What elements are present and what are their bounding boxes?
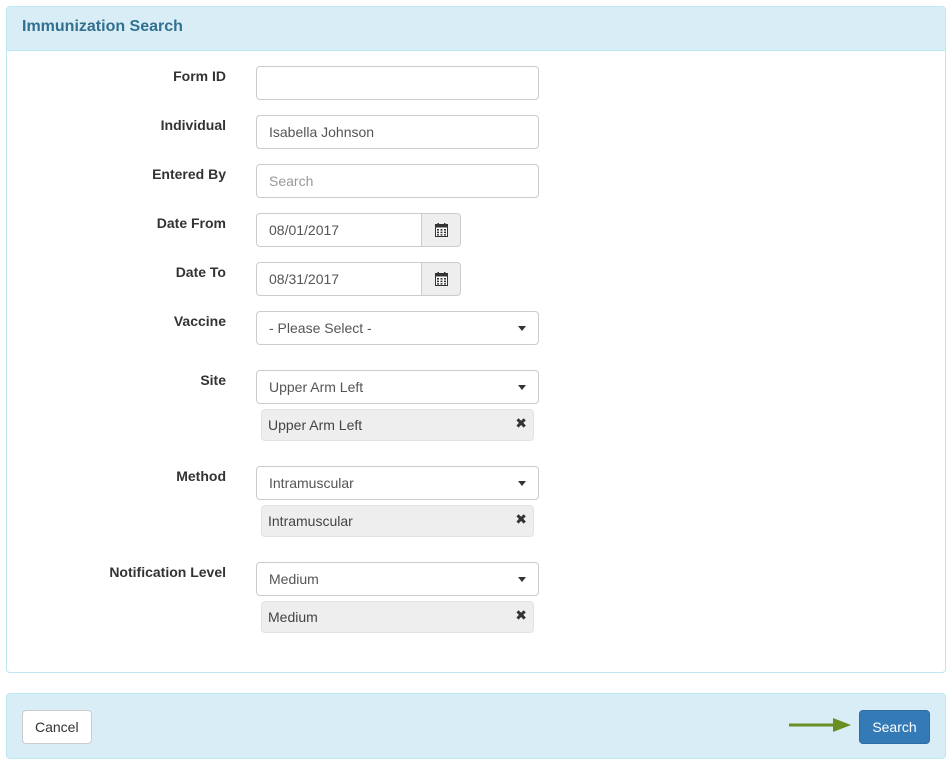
method-selected-value: Intramuscular: [269, 475, 354, 491]
notification-level-selected-value: Medium: [269, 571, 319, 587]
site-chip: Upper Arm Left ✖: [261, 409, 534, 441]
method-chip: Intramuscular ✖: [261, 505, 534, 537]
caret-down-icon: [518, 326, 526, 331]
caret-down-icon: [518, 481, 526, 486]
remove-icon[interactable]: ✖: [515, 506, 527, 532]
immunization-search-panel: Immunization Search Form ID Individual E…: [6, 6, 946, 673]
method-chip-label: Intramuscular: [268, 513, 353, 529]
date-from-calendar-button[interactable]: [421, 213, 461, 247]
calendar-icon: [434, 223, 448, 237]
vaccine-selected-value: - Please Select -: [269, 320, 372, 336]
individual-label: Individual: [160, 117, 226, 133]
date-to-input[interactable]: [256, 262, 421, 296]
notification-level-chip-label: Medium: [268, 609, 318, 625]
site-chip-label: Upper Arm Left: [268, 417, 363, 433]
date-from-label: Date From: [156, 215, 226, 231]
notification-level-chip: Medium ✖: [261, 601, 534, 633]
individual-input[interactable]: [256, 115, 539, 149]
arrow-right-icon: [789, 718, 851, 732]
notification-level-select[interactable]: Medium: [256, 562, 539, 596]
form-id-input[interactable]: [256, 66, 539, 100]
entered-by-label: Entered By: [152, 166, 226, 182]
caret-down-icon: [518, 385, 526, 390]
remove-icon[interactable]: ✖: [515, 602, 527, 628]
form-id-label: Form ID: [173, 68, 226, 84]
method-select[interactable]: Intramuscular: [256, 466, 539, 500]
entered-by-input[interactable]: [256, 164, 539, 198]
method-label: Method: [176, 468, 226, 484]
site-selected-value: Upper Arm Left: [269, 379, 364, 395]
notification-level-label: Notification Level: [109, 564, 226, 580]
panel-heading: Immunization Search: [7, 7, 945, 51]
date-from-input[interactable]: [256, 213, 421, 247]
site-select[interactable]: Upper Arm Left: [256, 370, 539, 404]
form-footer: Cancel Search: [6, 693, 946, 759]
calendar-icon: [434, 272, 448, 286]
date-to-calendar-button[interactable]: [421, 262, 461, 296]
panel-title: Immunization Search: [22, 18, 183, 35]
caret-down-icon: [518, 577, 526, 582]
vaccine-select[interactable]: - Please Select -: [256, 311, 539, 345]
date-to-label: Date To: [175, 264, 226, 280]
vaccine-label: Vaccine: [173, 313, 226, 329]
search-button[interactable]: Search: [859, 710, 930, 744]
remove-icon[interactable]: ✖: [515, 410, 527, 436]
site-label: Site: [200, 372, 226, 388]
cancel-button[interactable]: Cancel: [22, 710, 92, 744]
